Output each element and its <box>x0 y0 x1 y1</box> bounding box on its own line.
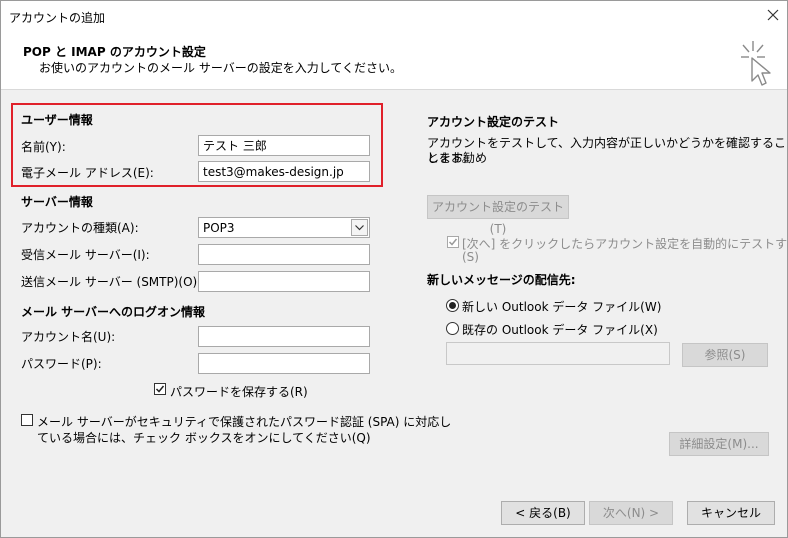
data-file-path-field[interactable] <box>446 342 670 365</box>
new-data-file-radio[interactable] <box>446 299 459 312</box>
spa-label-line2[interactable]: ている場合には、チェック ボックスをオンにしてください(Q) <box>37 429 371 446</box>
cursor-sparkle-icon <box>741 41 771 86</box>
account-type-label: アカウントの種類(A): <box>21 221 139 235</box>
chevron-down-icon[interactable] <box>351 219 368 236</box>
cancel-button[interactable]: キャンセル <box>687 501 775 525</box>
test-desc-line1: アカウントをテストして、入力内容が正しいかどうかを確認することをお勧め <box>427 136 787 165</box>
email-label: 電子メール アドレス(E): <box>21 166 154 180</box>
more-settings-button[interactable]: 詳細設定(M)... <box>669 432 769 456</box>
outgoing-server-label: 送信メール サーバー (SMTP)(O): <box>21 275 202 289</box>
title-bar: アカウントの追加 <box>1 1 787 31</box>
radio-selected-dot <box>449 302 456 309</box>
test-desc-line2: します。 <box>427 151 474 165</box>
test-account-button[interactable]: アカウント設定のテスト(T) <box>427 195 569 236</box>
name-label: 名前(Y): <box>21 140 66 154</box>
window-title: アカウントの追加 <box>9 11 106 25</box>
user-info-heading: ユーザー情報 <box>21 113 93 127</box>
page-title: POP と IMAP のアカウント設定 <box>23 45 206 59</box>
account-name-label: アカウント名(U): <box>21 330 116 344</box>
page-subtitle: お使いのアカウントのメール サーバーの設定を入力してください。 <box>39 61 402 75</box>
auto-test-label-line1[interactable]: [次へ] をクリックしたらアカウント設定を自動的にテストする <box>462 235 788 252</box>
password-label: パスワード(P): <box>21 357 102 371</box>
email-field[interactable] <box>198 161 370 182</box>
incoming-server-label: 受信メール サーバー(I): <box>21 248 150 262</box>
incoming-server-field[interactable] <box>198 244 370 265</box>
spa-label-line1[interactable]: メール サーバーがセキュリティで保護されたパスワード認証 (SPA) に対応し <box>37 413 451 430</box>
delivery-heading: 新しいメッセージの配信先: <box>427 273 576 287</box>
add-account-dialog: アカウントの追加 POP と IMAP のアカウント設定 お使いのアカウントのメ… <box>0 0 788 538</box>
save-password-checkbox[interactable] <box>154 383 166 395</box>
account-type-select[interactable]: POP3 <box>198 217 370 238</box>
auto-test-label-line2[interactable]: (S) <box>462 250 479 264</box>
name-field[interactable] <box>198 135 370 156</box>
account-type-value: POP3 <box>203 221 235 235</box>
save-password-label[interactable]: パスワードを保存する(R) <box>170 383 308 400</box>
account-name-field[interactable] <box>198 326 370 347</box>
dialog-header: POP と IMAP のアカウント設定 お使いのアカウントのメール サーバーの設… <box>1 31 787 90</box>
existing-data-file-label[interactable]: 既存の Outlook データ ファイル(X) <box>462 321 658 338</box>
checkmark-icon <box>448 238 458 246</box>
close-icon[interactable] <box>765 7 781 23</box>
existing-data-file-radio[interactable] <box>446 322 459 335</box>
browse-button[interactable]: 参照(S) <box>682 343 768 367</box>
password-field[interactable] <box>198 353 370 374</box>
logon-info-heading: メール サーバーへのログオン情報 <box>21 305 206 319</box>
checkmark-icon <box>155 385 165 393</box>
auto-test-checkbox[interactable] <box>447 236 459 248</box>
back-button[interactable]: < 戻る(B) <box>501 501 585 525</box>
test-settings-heading: アカウント設定のテスト <box>427 115 560 129</box>
new-data-file-label[interactable]: 新しい Outlook データ ファイル(W) <box>462 298 661 315</box>
next-button[interactable]: 次へ(N) > <box>589 501 673 525</box>
spa-checkbox[interactable] <box>21 414 33 426</box>
server-info-heading: サーバー情報 <box>21 195 93 209</box>
outgoing-server-field[interactable] <box>198 271 370 292</box>
